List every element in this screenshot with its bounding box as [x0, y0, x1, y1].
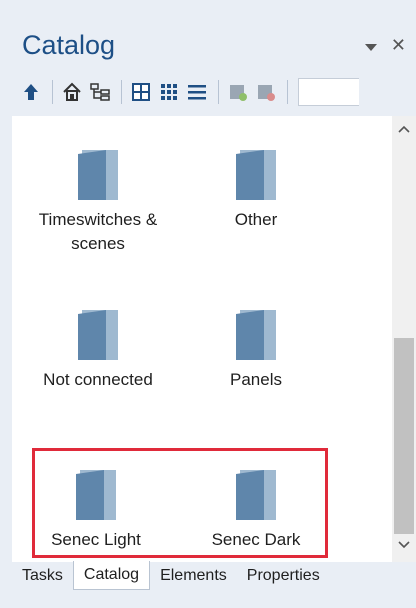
- small-icons-icon: [161, 84, 177, 100]
- catalog-item-not-connected[interactable]: Not connected: [18, 308, 178, 392]
- tree-view-icon: [90, 83, 110, 101]
- panel-title: Catalog: [22, 30, 116, 60]
- bottom-tabs: Tasks Catalog Elements Properties: [12, 561, 416, 592]
- toolbar: [18, 76, 416, 108]
- add-item-button[interactable]: [225, 79, 251, 105]
- tab-catalog[interactable]: Catalog: [72, 561, 151, 590]
- item-label: Timeswitches & scenes: [38, 210, 158, 253]
- list-view-button[interactable]: [184, 79, 210, 105]
- up-icon: [24, 84, 38, 100]
- dropdown-arrow-icon[interactable]: [364, 43, 377, 51]
- catalog-item-timeswitches[interactable]: Timeswitches & scenes: [18, 148, 178, 256]
- tab-elements[interactable]: Elements: [150, 562, 237, 590]
- item-label: Other: [234, 210, 278, 229]
- tab-properties[interactable]: Properties: [237, 562, 330, 590]
- large-icons-button[interactable]: [128, 79, 154, 105]
- folder-icon: [236, 150, 276, 200]
- search-input[interactable]: [298, 78, 359, 106]
- folder-icon: [78, 150, 118, 200]
- scroll-up-button[interactable]: [392, 118, 416, 140]
- tree-view-button[interactable]: [87, 79, 113, 105]
- remove-item-button[interactable]: [253, 79, 279, 105]
- up-button[interactable]: [18, 79, 44, 105]
- chevron-down-icon: [398, 541, 410, 549]
- toolbar-separator: [218, 80, 219, 104]
- item-label: Panels: [230, 370, 282, 389]
- toolbar-separator: [121, 80, 122, 104]
- title-controls: ✕: [364, 36, 406, 54]
- close-icon[interactable]: ✕: [391, 36, 406, 54]
- tab-tasks[interactable]: Tasks: [12, 562, 73, 590]
- remove-item-icon: [258, 85, 275, 101]
- catalog-item-other[interactable]: Other: [176, 148, 336, 232]
- catalog-item-panels[interactable]: Panels: [176, 308, 336, 392]
- item-label: Not connected: [43, 370, 153, 389]
- large-icons-icon: [132, 83, 150, 101]
- highlight-box: [32, 448, 328, 558]
- chevron-up-icon: [398, 125, 410, 133]
- toolbar-separator: [52, 80, 53, 104]
- scroll-down-button[interactable]: [392, 534, 416, 556]
- small-icons-button[interactable]: [156, 79, 182, 105]
- scrollbar-thumb[interactable]: [394, 338, 414, 534]
- home-button[interactable]: [59, 79, 85, 105]
- add-item-icon: [230, 85, 247, 101]
- home-icon: [63, 82, 81, 101]
- folder-icon: [78, 310, 118, 360]
- toolbar-separator: [287, 80, 288, 104]
- folder-icon: [236, 310, 276, 360]
- list-view-icon: [188, 85, 206, 100]
- vertical-scrollbar[interactable]: [392, 116, 416, 562]
